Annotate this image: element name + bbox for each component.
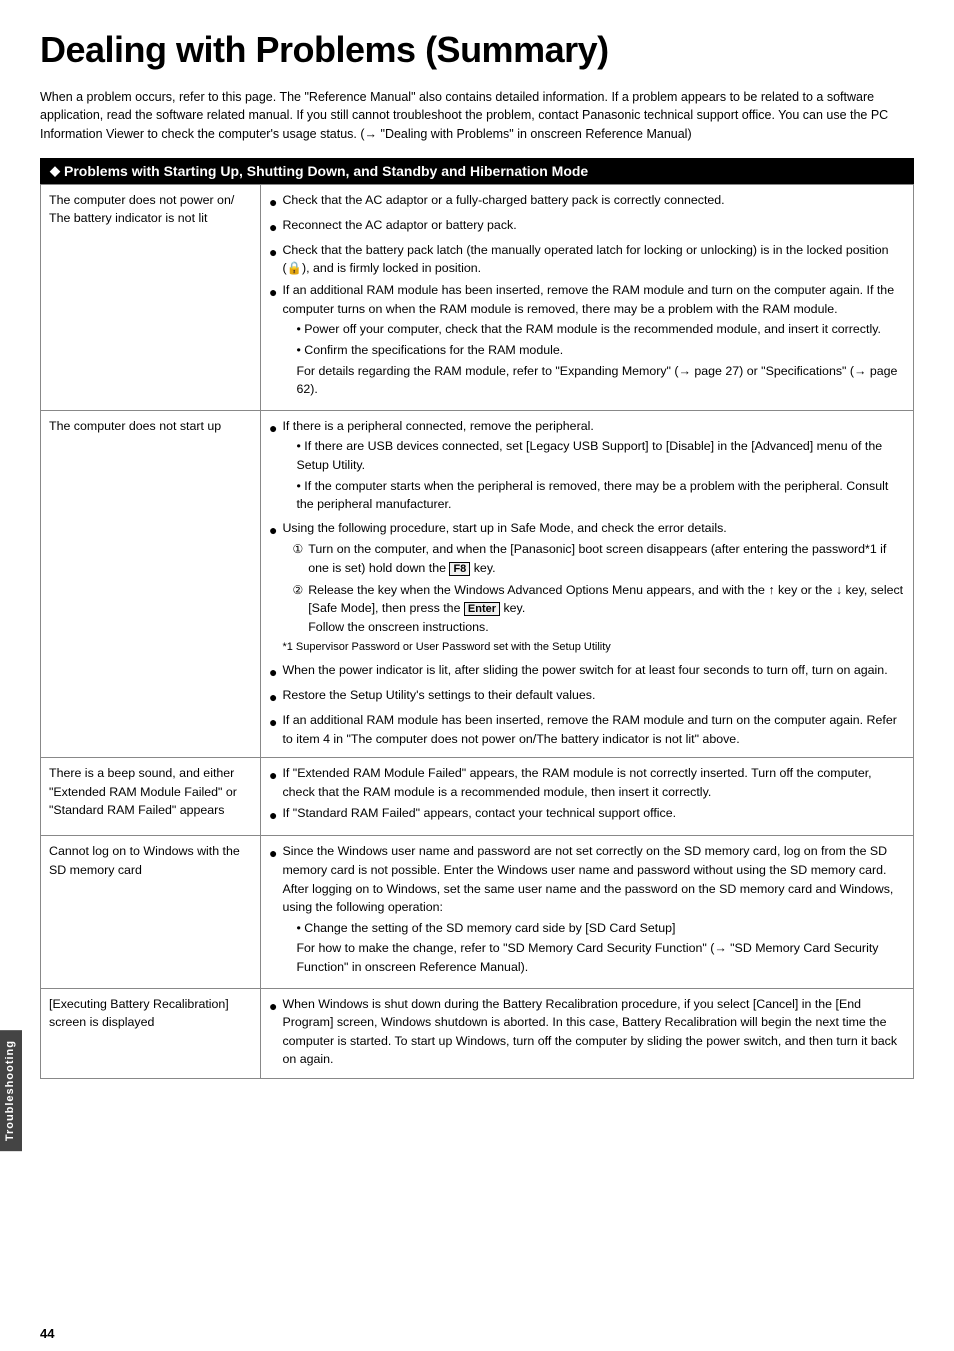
- key-enter: Enter: [464, 602, 500, 616]
- solution-item-1-3: ●Restore the Setup Utility's settings to…: [269, 686, 905, 708]
- page-title: Dealing with Problems (Summary): [40, 30, 914, 70]
- extra-text: For details regarding the RAM module, re…: [282, 362, 905, 399]
- solution-cell-4: ●When Windows is shut down during the Ba…: [261, 988, 914, 1078]
- solution-cell-3: ●Since the Windows user name and passwor…: [261, 836, 914, 988]
- sub-item: If there are USB devices connected, set …: [296, 437, 905, 474]
- solution-item-3-0: ●Since the Windows user name and passwor…: [269, 842, 905, 978]
- problem-cell-1: The computer does not start up: [41, 410, 261, 757]
- side-tab: Troubleshooting: [0, 1030, 22, 1151]
- solution-item-2-0: ●If "Extended RAM Module Failed" appears…: [269, 764, 905, 801]
- solution-item-4-0: ●When Windows is shut down during the Ba…: [269, 995, 905, 1069]
- section-heading: Problems with Starting Up, Shutting Down…: [40, 158, 914, 184]
- page-number: 44: [40, 1326, 54, 1341]
- problem-cell-4: [Executing Battery Recalibration] screen…: [41, 988, 261, 1078]
- problems-table: The computer does not power on/ The batt…: [40, 184, 914, 1079]
- solution-item-1-0: ●If there is a peripheral connected, rem…: [269, 417, 905, 516]
- solution-item-0-3: ●If an additional RAM module has been in…: [269, 281, 905, 401]
- problem-cell-2: There is a beep sound, and either "Exten…: [41, 758, 261, 836]
- sub-item: If the computer starts when the peripher…: [296, 477, 905, 514]
- problem-cell-3: Cannot log on to Windows with the SD mem…: [41, 836, 261, 988]
- key-f8: F8: [449, 562, 470, 576]
- extra-text: For how to make the change, refer to "SD…: [282, 939, 905, 976]
- sub-item: Change the setting of the SD memory card…: [296, 919, 905, 938]
- sub-item: Confirm the specifications for the RAM m…: [296, 341, 905, 360]
- footnote: *1 Supervisor Password or User Password …: [282, 639, 905, 656]
- solution-item-1-2: ●When the power indicator is lit, after …: [269, 661, 905, 683]
- problem-cell-0: The computer does not power on/ The batt…: [41, 184, 261, 410]
- solution-cell-1: ●If there is a peripheral connected, rem…: [261, 410, 914, 757]
- solution-cell-0: ●Check that the AC adaptor or a fully-ch…: [261, 184, 914, 410]
- sub-item: Power off your computer, check that the …: [296, 320, 905, 339]
- solution-item-0-0: ●Check that the AC adaptor or a fully-ch…: [269, 191, 905, 213]
- solution-item-0-1: ●Reconnect the AC adaptor or battery pac…: [269, 216, 905, 238]
- solution-item-2-1: ●If "Standard RAM Failed" appears, conta…: [269, 804, 905, 826]
- solution-item-1-4: ●If an additional RAM module has been in…: [269, 711, 905, 748]
- solution-item-1-1: ●Using the following procedure, start up…: [269, 519, 905, 658]
- solution-item-0-2: ●Check that the battery pack latch (the …: [269, 241, 905, 278]
- solution-cell-2: ●If "Extended RAM Module Failed" appears…: [261, 758, 914, 836]
- intro-text: When a problem occurs, refer to this pag…: [40, 88, 914, 144]
